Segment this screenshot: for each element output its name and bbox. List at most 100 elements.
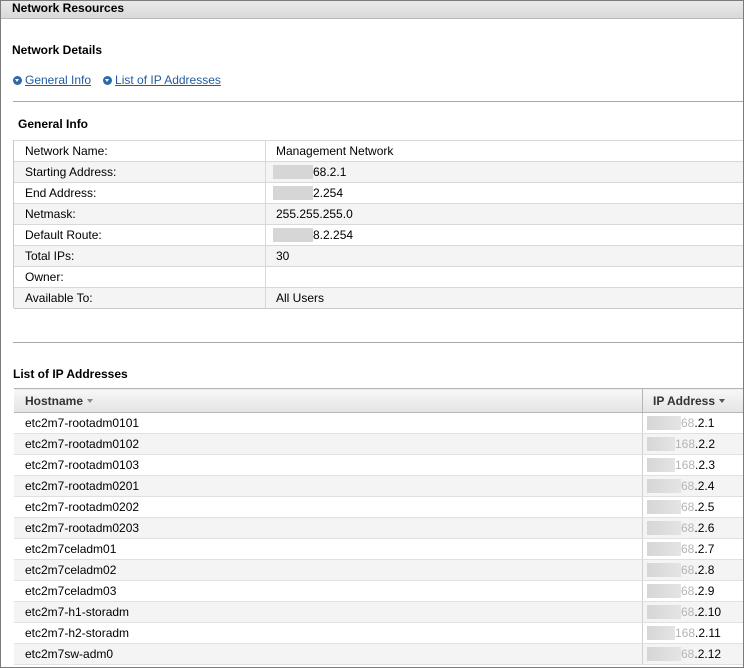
ip-list-link[interactable]: List of IP Addresses [103, 73, 221, 87]
general-info-value: Management Network [265, 140, 743, 162]
general-info-row: Netmask: 255.255.255.0 [14, 203, 743, 225]
general-info-key: Default Route: [14, 224, 266, 246]
hostname-cell: etc2m7-h1-storadm [14, 601, 643, 623]
ip-address-cell: 68.2.6 [642, 517, 743, 539]
general-info-key: Total IPs: [14, 245, 266, 267]
general-info-key: Starting Address: [14, 161, 266, 183]
ip-visible-part: .2.11 [695, 625, 721, 640]
network-details-heading: Network Details [12, 43, 103, 57]
hostname-cell: etc2m7-rootadm0203 [14, 517, 643, 539]
general-info-link-label: General Info [25, 73, 92, 87]
hostname-cell: etc2m7-rootadm0101 [14, 412, 643, 434]
ip-address-cell: 168.2.2 [642, 433, 743, 455]
ip-visible-part: .2.5 [694, 499, 715, 514]
table-row[interactable]: etc2m7-rootadm0203 68.2.6 [14, 517, 743, 539]
general-info-heading: General Info [18, 117, 89, 131]
ip-visible-part: .2.4 [694, 478, 715, 493]
general-info-table: Network Name: Management Network Starting … [14, 140, 743, 309]
redaction-mask [647, 584, 681, 599]
sort-down-icon [719, 399, 726, 404]
table-row[interactable]: etc2m7-rootadm0201 68.2.4 [14, 475, 743, 497]
general-info-row: Available To: All Users [14, 287, 743, 309]
masked-value-tail: 8.2.254 [313, 227, 354, 242]
ip-address-cell: 68.2.7 [642, 538, 743, 560]
panel-title: Network Resources [1, 1, 743, 19]
ip-address-cell: 68.2.9 [642, 580, 743, 602]
table-row[interactable]: etc2m7sw-adm0 68.2.12 [14, 643, 743, 665]
redaction-mask [647, 563, 681, 578]
redaction-mask [273, 165, 313, 180]
ip-visible-part: .2.8 [694, 562, 715, 577]
redaction-mask [647, 416, 681, 431]
table-row[interactable]: etc2m7-h2-storadm 168.2.11 [14, 622, 743, 644]
ip-list-link-label: List of IP Addresses [115, 73, 221, 87]
ip-address-cell: 168.2.11 [642, 622, 743, 644]
ip-address-cell: 168.2.3 [642, 454, 743, 476]
divider [13, 101, 743, 102]
general-info-value: 8.2.254 [265, 224, 743, 246]
ip-visible-part: .2.6 [694, 520, 715, 535]
ip-faint-part: 68 [681, 604, 695, 619]
general-info-value: All Users [265, 287, 743, 309]
table-row[interactable]: etc2m7-rootadm0202 68.2.5 [14, 496, 743, 518]
ip-address-cell: 68.2.1 [642, 412, 743, 434]
general-info-key: Netmask: [14, 203, 266, 225]
ip-visible-part: .2.1 [694, 415, 715, 430]
general-info-row: Network Name: Management Network [14, 140, 743, 162]
ip-address-cell: 68.2.5 [642, 496, 743, 518]
ip-address-table: Hostname IP Address etc2m7-rootadm0101 68… [14, 388, 743, 665]
hostname-cell: etc2m7celadm02 [14, 559, 643, 581]
chevron-down-circle-icon [13, 75, 22, 85]
redaction-mask [647, 647, 681, 662]
general-info-key: Available To: [14, 287, 266, 309]
redaction-mask [647, 542, 681, 557]
ip-faint-part: 168 [675, 436, 696, 451]
general-info-value: 68.2.1 [265, 161, 743, 183]
general-info-link[interactable]: General Info [13, 73, 91, 87]
ip-faint-part: 68 [681, 562, 695, 577]
general-info-key: Network Name: [14, 140, 266, 162]
general-info-key: End Address: [14, 182, 266, 204]
table-row[interactable]: etc2m7celadm02 68.2.8 [14, 559, 743, 581]
ip-address-cell: 68.2.10 [642, 601, 743, 623]
table-row[interactable]: etc2m7-rootadm0103 168.2.3 [14, 454, 743, 476]
redaction-mask [647, 458, 675, 473]
ip-visible-part: .2.9 [694, 583, 715, 598]
table-row[interactable]: etc2m7celadm03 68.2.9 [14, 580, 743, 602]
ip-faint-part: 68 [681, 415, 695, 430]
table-row[interactable]: etc2m7-rootadm0102 168.2.2 [14, 433, 743, 455]
hostname-column-label: Hostname [25, 393, 84, 408]
redaction-mask [273, 228, 313, 243]
general-info-value: 2.254 [265, 182, 743, 204]
ip-list-heading: List of IP Addresses [13, 367, 128, 381]
ip-visible-part: .2.3 [695, 457, 716, 472]
masked-value-tail: 68.2.1 [313, 164, 347, 179]
general-info-value [265, 266, 743, 288]
redaction-mask [647, 500, 681, 515]
general-info-row: Default Route: 8.2.254 [14, 224, 743, 246]
hostname-cell: etc2m7-rootadm0102 [14, 433, 643, 455]
ip-visible-part: .2.10 [694, 604, 722, 619]
hostname-column-header[interactable]: Hostname [14, 388, 643, 413]
redaction-mask [273, 186, 313, 201]
ip-visible-part: .2.2 [695, 436, 716, 451]
table-row[interactable]: etc2m7celadm01 68.2.7 [14, 538, 743, 560]
ip-address-column-header[interactable]: IP Address [642, 388, 743, 413]
table-row[interactable]: etc2m7-rootadm0101 68.2.1 [14, 412, 743, 434]
hostname-cell: etc2m7sw-adm0 [14, 643, 643, 665]
ip-faint-part: 68 [681, 541, 695, 556]
hostname-cell: etc2m7celadm03 [14, 580, 643, 602]
general-info-row: Starting Address: 68.2.1 [14, 161, 743, 183]
general-info-value: 30 [265, 245, 743, 267]
hostname-cell: etc2m7celadm01 [14, 538, 643, 560]
ip-faint-part: 68 [681, 499, 695, 514]
table-row[interactable]: etc2m7-h1-storadm 68.2.10 [14, 601, 743, 623]
sort-down-icon [87, 399, 94, 404]
ip-faint-part: 68 [681, 478, 695, 493]
hostname-cell: etc2m7-rootadm0202 [14, 496, 643, 518]
chevron-down-circle-icon [103, 75, 113, 85]
ip-faint-part: 68 [681, 583, 695, 598]
divider [13, 342, 743, 343]
redaction-mask [647, 521, 681, 536]
network-resources-panel: Network Resources Network Details Genera… [0, 0, 744, 668]
